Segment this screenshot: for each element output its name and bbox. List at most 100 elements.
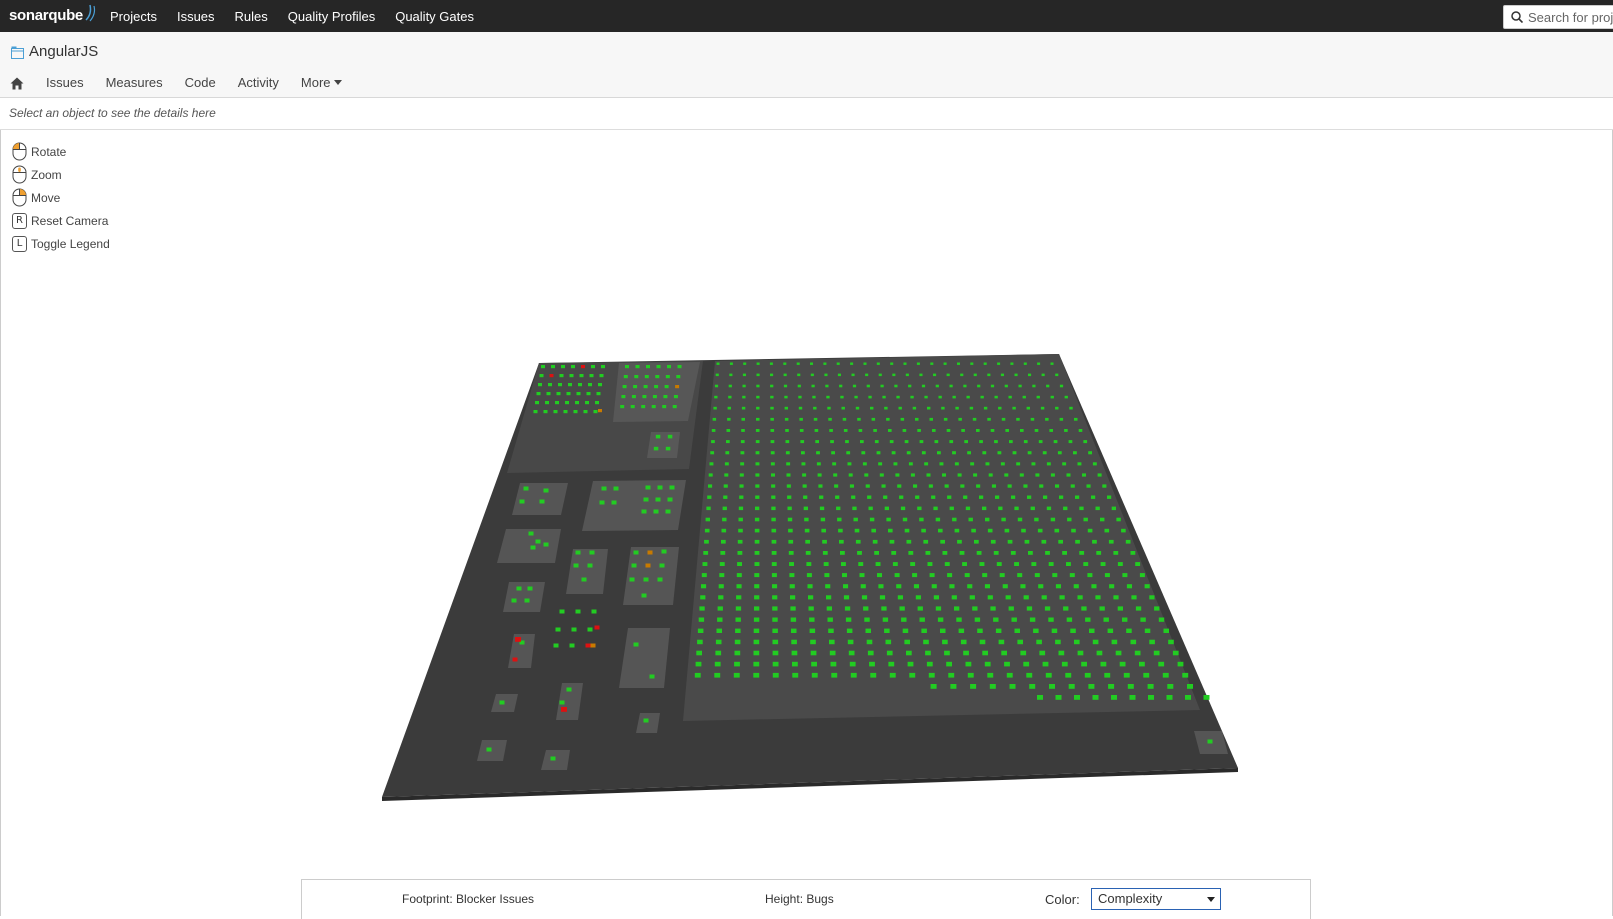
building[interactable] xyxy=(785,429,789,432)
building[interactable] xyxy=(859,573,865,578)
building[interactable] xyxy=(876,362,880,365)
building[interactable] xyxy=(933,506,938,511)
building[interactable] xyxy=(787,517,793,522)
building[interactable] xyxy=(699,606,705,611)
building[interactable] xyxy=(709,462,714,466)
building[interactable] xyxy=(822,551,828,555)
building[interactable] xyxy=(1075,495,1080,499)
nav-quality-gates[interactable]: Quality Gates xyxy=(385,0,484,32)
building[interactable] xyxy=(867,650,874,656)
building[interactable] xyxy=(791,639,797,645)
building[interactable] xyxy=(756,417,760,421)
building[interactable] xyxy=(772,650,779,656)
building[interactable] xyxy=(649,674,655,679)
building[interactable] xyxy=(721,539,726,544)
building[interactable] xyxy=(1147,684,1154,689)
building[interactable] xyxy=(886,650,893,656)
building[interactable] xyxy=(1034,517,1039,522)
building[interactable] xyxy=(1062,462,1067,466)
sonarqube-logo[interactable]: sonarqube xyxy=(9,4,98,26)
building[interactable] xyxy=(665,375,670,379)
building[interactable] xyxy=(784,417,789,421)
building[interactable] xyxy=(1166,695,1173,700)
building[interactable] xyxy=(982,573,988,578)
building[interactable] xyxy=(1113,551,1119,555)
building[interactable] xyxy=(871,528,876,533)
building[interactable] xyxy=(1009,440,1013,444)
building[interactable] xyxy=(1045,417,1049,421)
building[interactable] xyxy=(1077,650,1084,656)
building[interactable] xyxy=(1020,650,1027,656)
building[interactable] xyxy=(982,451,987,455)
building[interactable] xyxy=(1023,484,1028,488)
building[interactable] xyxy=(1009,684,1016,689)
building[interactable] xyxy=(1059,384,1064,388)
building[interactable] xyxy=(786,462,791,466)
building[interactable] xyxy=(1085,617,1091,622)
building[interactable] xyxy=(755,440,760,444)
building[interactable] xyxy=(1121,528,1126,533)
building[interactable] xyxy=(720,551,726,555)
building[interactable] xyxy=(771,484,776,488)
building[interactable] xyxy=(908,384,912,388)
building[interactable] xyxy=(792,672,799,678)
building[interactable] xyxy=(851,373,855,377)
building[interactable] xyxy=(770,373,774,377)
building[interactable] xyxy=(852,506,857,511)
building[interactable] xyxy=(563,410,568,414)
building[interactable] xyxy=(886,417,890,421)
building[interactable] xyxy=(788,528,793,533)
project-nav-activity[interactable]: Activity xyxy=(238,72,279,94)
building[interactable] xyxy=(862,462,867,466)
building[interactable] xyxy=(889,539,895,544)
building[interactable] xyxy=(741,406,746,410)
building[interactable] xyxy=(1004,661,1010,667)
building[interactable] xyxy=(772,617,778,622)
building[interactable] xyxy=(849,661,856,667)
building[interactable] xyxy=(844,606,851,611)
building[interactable] xyxy=(733,672,740,678)
building[interactable] xyxy=(1100,517,1105,522)
building[interactable] xyxy=(1002,584,1008,589)
building[interactable] xyxy=(734,661,740,667)
building[interactable] xyxy=(900,417,905,421)
building[interactable] xyxy=(566,392,571,396)
building[interactable] xyxy=(790,617,797,622)
building[interactable] xyxy=(1100,562,1106,566)
building[interactable] xyxy=(1039,484,1044,488)
building[interactable] xyxy=(889,672,896,678)
building[interactable] xyxy=(811,672,818,678)
building[interactable] xyxy=(1037,695,1043,700)
building[interactable] xyxy=(1046,506,1052,511)
building[interactable] xyxy=(1131,595,1137,600)
project-nav-more[interactable]: More xyxy=(301,72,342,94)
building[interactable] xyxy=(621,395,626,399)
building[interactable] xyxy=(1055,406,1059,410)
building[interactable] xyxy=(798,406,803,410)
building[interactable] xyxy=(645,563,651,568)
building[interactable] xyxy=(1045,551,1050,555)
building[interactable] xyxy=(1001,650,1007,656)
building[interactable] xyxy=(878,462,883,466)
building[interactable] xyxy=(871,417,876,421)
building[interactable] xyxy=(977,384,981,388)
building[interactable] xyxy=(1001,517,1006,522)
building[interactable] xyxy=(1162,672,1169,678)
building[interactable] xyxy=(771,473,775,477)
building[interactable] xyxy=(919,517,924,522)
building[interactable] xyxy=(996,562,1002,566)
building[interactable] xyxy=(808,606,814,611)
building[interactable] xyxy=(819,506,825,511)
building[interactable] xyxy=(569,374,574,378)
building[interactable] xyxy=(1129,695,1136,700)
building[interactable] xyxy=(861,595,868,600)
building[interactable] xyxy=(672,405,677,409)
building[interactable] xyxy=(588,383,592,387)
building[interactable] xyxy=(906,539,912,544)
building[interactable] xyxy=(1048,617,1054,622)
building[interactable] xyxy=(673,395,678,399)
building[interactable] xyxy=(755,462,760,466)
building[interactable] xyxy=(1055,639,1061,645)
building[interactable] xyxy=(1023,440,1028,444)
building[interactable] xyxy=(866,384,870,388)
